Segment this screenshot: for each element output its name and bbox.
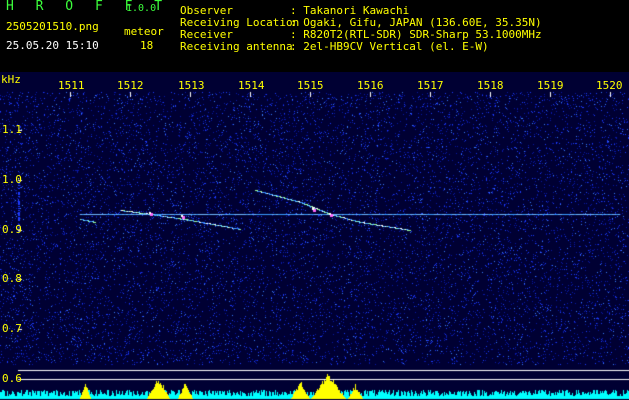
x-tick-1512: 1512 <box>117 79 144 92</box>
header-panel: H R O F F T 1.0.0 2505201510.png meteor … <box>0 0 629 72</box>
file-name: 2505201510.png <box>6 20 99 33</box>
x-tick-1514: 1514 <box>238 79 265 92</box>
antenna-value: : 2el-HB9CV Vertical (el. E-W) <box>290 40 489 53</box>
x-tick-1516: 1516 <box>357 79 384 92</box>
spectrogram-canvas <box>0 72 629 400</box>
x-tick-1519: 1519 <box>537 79 564 92</box>
antenna-label: Receiving antenna <box>180 40 293 53</box>
y-tick-0-6: 0.6 <box>2 372 22 385</box>
y-tick-0-8: 0.8 <box>2 272 22 285</box>
detection-label: meteor <box>124 25 164 38</box>
y-tick-1-0: 1.0 <box>2 173 22 186</box>
x-tick-1517: 1517 <box>417 79 444 92</box>
y-tick-0-7: 0.7 <box>2 322 22 335</box>
y-axis-unit: kHz <box>1 73 21 86</box>
x-tick-1513: 1513 <box>178 79 205 92</box>
detection-count: 18 <box>140 39 154 52</box>
timestamp: 25.05.20 15:10 <box>6 39 99 52</box>
spectrogram-plot: kHz 1511 1512 1513 1514 1515 1516 1517 1… <box>0 72 629 400</box>
y-tick-0-9: 0.9 <box>2 223 22 236</box>
x-tick-1518: 1518 <box>477 79 504 92</box>
x-tick-1515: 1515 <box>297 79 324 92</box>
app-version: 1.0.0 <box>126 3 157 14</box>
y-tick-1-1: 1.1 <box>2 123 22 136</box>
x-tick-1520: 1520 <box>596 79 623 92</box>
x-tick-1511: 1511 <box>58 79 85 92</box>
